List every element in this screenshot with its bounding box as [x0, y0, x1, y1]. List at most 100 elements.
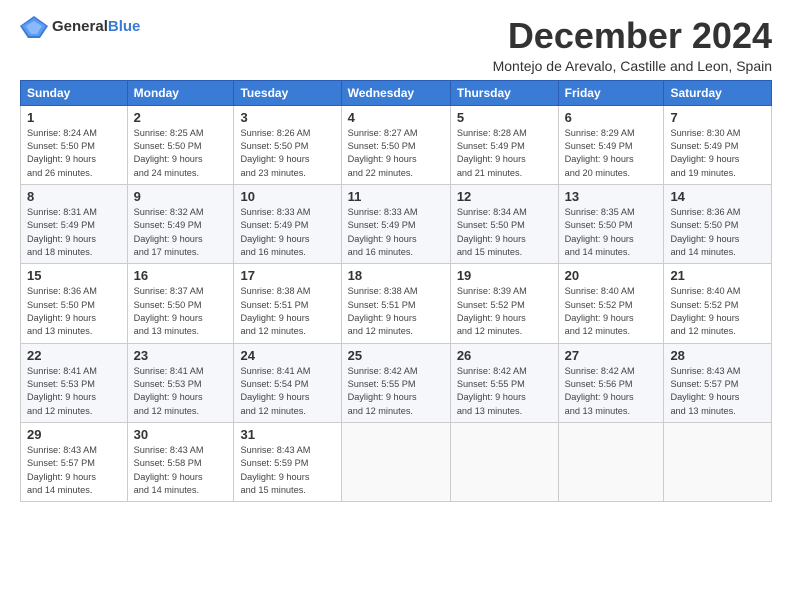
- calendar-cell: 8 Sunrise: 8:31 AM Sunset: 5:49 PM Daylig…: [21, 184, 128, 263]
- day-info: Sunrise: 8:32 AM Sunset: 5:49 PM Dayligh…: [134, 206, 228, 259]
- calendar-cell: 4 Sunrise: 8:27 AM Sunset: 5:50 PM Daylig…: [341, 105, 450, 184]
- day-number: 1: [27, 110, 121, 125]
- calendar-cell: 28 Sunrise: 8:43 AM Sunset: 5:57 PM Dayli…: [664, 343, 772, 422]
- month-title: December 2024: [493, 16, 772, 56]
- week-row-5: 29 Sunrise: 8:43 AM Sunset: 5:57 PM Dayli…: [21, 423, 772, 502]
- calendar-cell: 20Sunrise: 8:40 AM Sunset: 5:52 PM Dayli…: [558, 264, 664, 343]
- day-info: Sunrise: 8:41 AM Sunset: 5:54 PM Dayligh…: [240, 365, 334, 418]
- location-subtitle: Montejo de Arevalo, Castille and Leon, S…: [493, 58, 772, 74]
- calendar-cell: [664, 423, 772, 502]
- calendar-cell: 15 Sunrise: 8:36 AM Sunset: 5:50 PM Dayli…: [21, 264, 128, 343]
- calendar-cell: 10 Sunrise: 8:33 AM Sunset: 5:49 PM Dayli…: [234, 184, 341, 263]
- day-number: 22: [27, 348, 121, 363]
- calendar-cell: [450, 423, 558, 502]
- day-info: Sunrise: 8:33 AM Sunset: 5:49 PM Dayligh…: [240, 206, 334, 259]
- day-number: 30: [134, 427, 228, 442]
- day-number: 9: [134, 189, 228, 204]
- day-number: 20: [565, 268, 658, 283]
- day-info: Sunrise: 8:28 AM Sunset: 5:49 PM Dayligh…: [457, 127, 552, 180]
- day-info: Sunrise: 8:27 AM Sunset: 5:50 PM Dayligh…: [348, 127, 444, 180]
- calendar-cell: 9 Sunrise: 8:32 AM Sunset: 5:49 PM Daylig…: [127, 184, 234, 263]
- day-number: 15: [27, 268, 121, 283]
- day-info: Sunrise: 8:36 AM Sunset: 5:50 PM Dayligh…: [27, 285, 121, 338]
- calendar-cell: 5 Sunrise: 8:28 AM Sunset: 5:49 PM Daylig…: [450, 105, 558, 184]
- day-info: Sunrise: 8:43 AM Sunset: 5:57 PM Dayligh…: [670, 365, 765, 418]
- day-info: Sunrise: 8:26 AM Sunset: 5:50 PM Dayligh…: [240, 127, 334, 180]
- day-number: 12: [457, 189, 552, 204]
- calendar-cell: 21 Sunrise: 8:40 AM Sunset: 5:52 PM Dayli…: [664, 264, 772, 343]
- day-info: Sunrise: 8:31 AM Sunset: 5:49 PM Dayligh…: [27, 206, 121, 259]
- day-number: 4: [348, 110, 444, 125]
- week-row-1: 1 Sunrise: 8:24 AM Sunset: 5:50 PM Daylig…: [21, 105, 772, 184]
- day-number: 31: [240, 427, 334, 442]
- calendar-cell: 13 Sunrise: 8:35 AM Sunset: 5:50 PM Dayli…: [558, 184, 664, 263]
- calendar-cell: 25 Sunrise: 8:42 AM Sunset: 5:55 PM Dayli…: [341, 343, 450, 422]
- weekday-header-row: SundayMondayTuesdayWednesdayThursdayFrid…: [21, 80, 772, 105]
- calendar-cell: 12 Sunrise: 8:34 AM Sunset: 5:50 PM Dayli…: [450, 184, 558, 263]
- day-number: 5: [457, 110, 552, 125]
- week-row-3: 15 Sunrise: 8:36 AM Sunset: 5:50 PM Dayli…: [21, 264, 772, 343]
- calendar-cell: 3 Sunrise: 8:26 AM Sunset: 5:50 PM Daylig…: [234, 105, 341, 184]
- calendar-cell: 19Sunrise: 8:39 AM Sunset: 5:52 PM Dayli…: [450, 264, 558, 343]
- day-info: Sunrise: 8:38 AM Sunset: 5:51 PM Dayligh…: [348, 285, 444, 338]
- week-row-2: 8 Sunrise: 8:31 AM Sunset: 5:49 PM Daylig…: [21, 184, 772, 263]
- day-info: Sunrise: 8:33 AM Sunset: 5:49 PM Dayligh…: [348, 206, 444, 259]
- calendar-cell: [341, 423, 450, 502]
- calendar-cell: 26 Sunrise: 8:42 AM Sunset: 5:55 PM Dayli…: [450, 343, 558, 422]
- weekday-header-wednesday: Wednesday: [341, 80, 450, 105]
- day-info: Sunrise: 8:37 AM Sunset: 5:50 PM Dayligh…: [134, 285, 228, 338]
- weekday-header-saturday: Saturday: [664, 80, 772, 105]
- day-number: 3: [240, 110, 334, 125]
- day-info: Sunrise: 8:43 AM Sunset: 5:57 PM Dayligh…: [27, 444, 121, 497]
- calendar-cell: 27Sunrise: 8:42 AM Sunset: 5:56 PM Dayli…: [558, 343, 664, 422]
- calendar-cell: 30 Sunrise: 8:43 AM Sunset: 5:58 PM Dayli…: [127, 423, 234, 502]
- day-info: Sunrise: 8:34 AM Sunset: 5:50 PM Dayligh…: [457, 206, 552, 259]
- day-info: Sunrise: 8:42 AM Sunset: 5:56 PM Dayligh…: [565, 365, 658, 418]
- weekday-header-thursday: Thursday: [450, 80, 558, 105]
- calendar-cell: 11 Sunrise: 8:33 AM Sunset: 5:49 PM Dayli…: [341, 184, 450, 263]
- day-number: 29: [27, 427, 121, 442]
- day-number: 18: [348, 268, 444, 283]
- day-number: 25: [348, 348, 444, 363]
- logo: GeneralBlue: [20, 16, 140, 38]
- calendar-cell: 17 Sunrise: 8:38 AM Sunset: 5:51 PM Dayli…: [234, 264, 341, 343]
- calendar-cell: 1 Sunrise: 8:24 AM Sunset: 5:50 PM Daylig…: [21, 105, 128, 184]
- day-number: 28: [670, 348, 765, 363]
- day-info: Sunrise: 8:43 AM Sunset: 5:59 PM Dayligh…: [240, 444, 334, 497]
- day-info: Sunrise: 8:24 AM Sunset: 5:50 PM Dayligh…: [27, 127, 121, 180]
- day-info: Sunrise: 8:38 AM Sunset: 5:51 PM Dayligh…: [240, 285, 334, 338]
- day-info: Sunrise: 8:29 AM Sunset: 5:49 PM Dayligh…: [565, 127, 658, 180]
- day-info: Sunrise: 8:30 AM Sunset: 5:49 PM Dayligh…: [670, 127, 765, 180]
- calendar-cell: 7Sunrise: 8:30 AM Sunset: 5:49 PM Daylig…: [664, 105, 772, 184]
- calendar-cell: 16 Sunrise: 8:37 AM Sunset: 5:50 PM Dayli…: [127, 264, 234, 343]
- logo-icon: [20, 16, 48, 38]
- calendar-cell: 14Sunrise: 8:36 AM Sunset: 5:50 PM Dayli…: [664, 184, 772, 263]
- day-number: 21: [670, 268, 765, 283]
- day-info: Sunrise: 8:35 AM Sunset: 5:50 PM Dayligh…: [565, 206, 658, 259]
- weekday-header-sunday: Sunday: [21, 80, 128, 105]
- day-number: 26: [457, 348, 552, 363]
- weekday-header-friday: Friday: [558, 80, 664, 105]
- day-info: Sunrise: 8:41 AM Sunset: 5:53 PM Dayligh…: [134, 365, 228, 418]
- calendar-cell: 31 Sunrise: 8:43 AM Sunset: 5:59 PM Dayli…: [234, 423, 341, 502]
- day-info: Sunrise: 8:39 AM Sunset: 5:52 PM Dayligh…: [457, 285, 552, 338]
- calendar-table: SundayMondayTuesdayWednesdayThursdayFrid…: [20, 80, 772, 503]
- calendar-cell: 24 Sunrise: 8:41 AM Sunset: 5:54 PM Dayli…: [234, 343, 341, 422]
- day-number: 13: [565, 189, 658, 204]
- day-number: 10: [240, 189, 334, 204]
- day-number: 8: [27, 189, 121, 204]
- day-info: Sunrise: 8:42 AM Sunset: 5:55 PM Dayligh…: [348, 365, 444, 418]
- day-number: 17: [240, 268, 334, 283]
- calendar-cell: 18 Sunrise: 8:38 AM Sunset: 5:51 PM Dayli…: [341, 264, 450, 343]
- day-number: 16: [134, 268, 228, 283]
- day-number: 11: [348, 189, 444, 204]
- day-info: Sunrise: 8:43 AM Sunset: 5:58 PM Dayligh…: [134, 444, 228, 497]
- calendar-cell: 23Sunrise: 8:41 AM Sunset: 5:53 PM Dayli…: [127, 343, 234, 422]
- title-section: December 2024 Montejo de Arevalo, Castil…: [493, 16, 772, 74]
- day-info: Sunrise: 8:40 AM Sunset: 5:52 PM Dayligh…: [670, 285, 765, 338]
- day-number: 24: [240, 348, 334, 363]
- day-number: 6: [565, 110, 658, 125]
- week-row-4: 22 Sunrise: 8:41 AM Sunset: 5:53 PM Dayli…: [21, 343, 772, 422]
- day-info: Sunrise: 8:42 AM Sunset: 5:55 PM Dayligh…: [457, 365, 552, 418]
- day-info: Sunrise: 8:36 AM Sunset: 5:50 PM Dayligh…: [670, 206, 765, 259]
